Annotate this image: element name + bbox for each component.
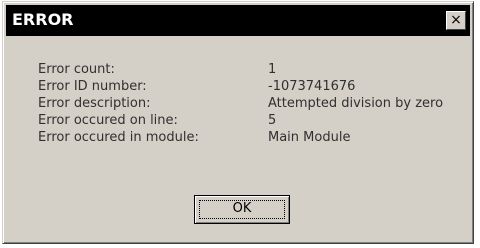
close-icon: × xyxy=(450,12,462,28)
error-module-label: Error occured in module: xyxy=(38,130,199,145)
dialog-title: ERROR xyxy=(12,10,74,29)
error-details: Error count: 1 Error ID number: -1073741… xyxy=(38,62,468,172)
error-id-value: -1073741676 xyxy=(268,79,356,94)
ok-button[interactable]: OK xyxy=(194,195,290,224)
error-description-label: Error description: xyxy=(38,96,151,111)
error-dialog: ERROR × Error count: 1 Error ID number: … xyxy=(2,1,474,244)
error-line-label: Error occured on line: xyxy=(38,113,178,128)
error-description-value: Attempted division by zero xyxy=(268,96,444,111)
close-button[interactable]: × xyxy=(446,11,466,30)
error-count-value: 1 xyxy=(268,62,277,77)
error-id-label: Error ID number: xyxy=(38,79,147,94)
error-module-value: Main Module xyxy=(268,130,351,145)
title-bar[interactable]: ERROR × xyxy=(6,5,470,36)
error-line-value: 5 xyxy=(268,113,277,128)
ok-button-label: OK xyxy=(232,201,252,216)
error-count-label: Error count: xyxy=(38,62,115,77)
